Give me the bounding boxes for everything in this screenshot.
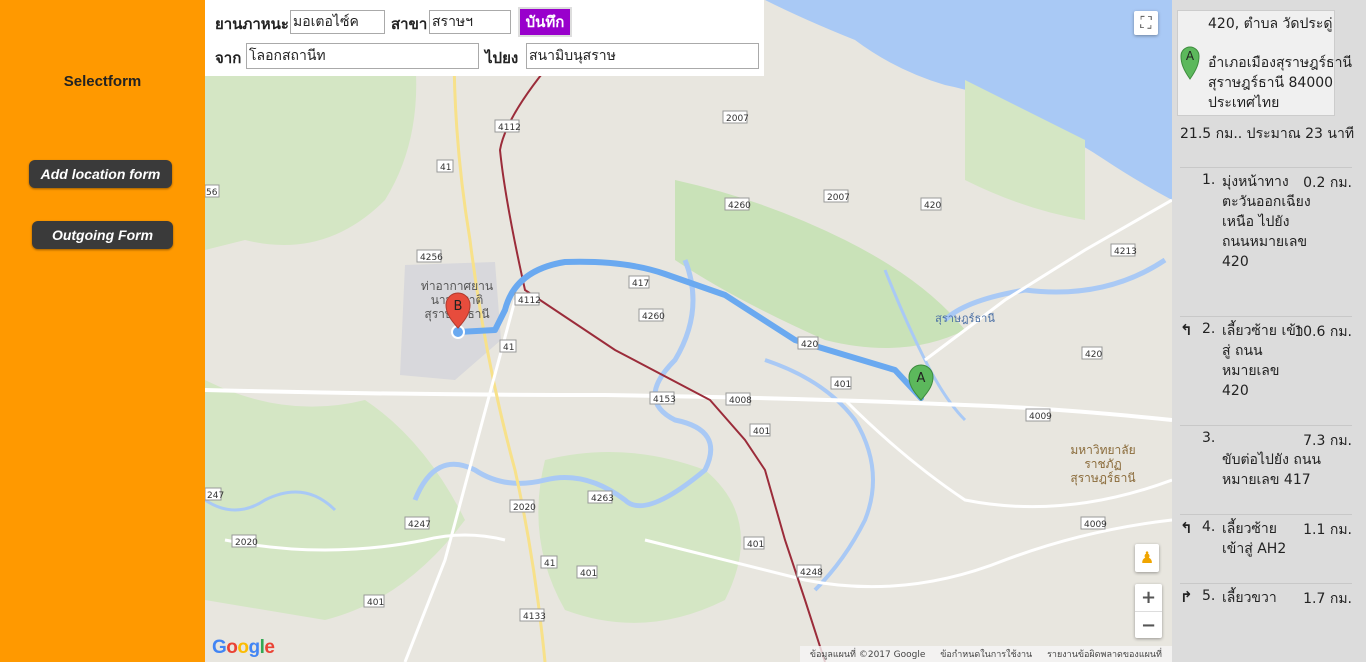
road-label: 4008 (729, 396, 752, 406)
outgoing-form-button[interactable]: Outgoing Form (32, 221, 173, 249)
step-distance: 1.7 กม. (1303, 591, 1352, 607)
road-label: 4260 (642, 312, 665, 322)
turn-left-icon: ↰ (1180, 321, 1193, 339)
turn-right-icon: ↱ (1180, 588, 1193, 606)
road-label: 2020 (513, 503, 536, 513)
direction-step[interactable]: ↱ 5. เลี้ยวขวา 1.7 กม. (1180, 583, 1352, 624)
step-number: 4. (1202, 519, 1216, 535)
step-distance: 1.1 กม. (1303, 522, 1352, 538)
google-logo[interactable]: Google (212, 637, 275, 659)
road-label: 4256 (420, 253, 443, 263)
step-number: 3. (1202, 430, 1216, 446)
road-label: 4260 (728, 201, 751, 211)
route-summary: 21.5 กม.. ประมาณ 23 นาที (1180, 126, 1355, 142)
save-button[interactable]: บันทึก (518, 7, 572, 37)
start-address[interactable]: 420, ตำบล วัดประดู่ A อำเภอเมืองสุราษฎร์… (1177, 10, 1352, 116)
route-form: ยานภาหนะ สาขา บันทึก จาก ไปยง (205, 0, 764, 76)
road-label: 401 (834, 380, 851, 390)
road-label: 4112 (518, 296, 541, 306)
road-label: 420 (1085, 350, 1102, 360)
road-label: 420 (801, 340, 818, 350)
map-attribution: ข้อมูลแผนที่ ©2017 Google ข้อกำหนดในการใ… (799, 646, 1172, 662)
place-label: สุราษฎร์ธานี (935, 312, 995, 325)
fullscreen-icon[interactable]: ⛶ (1134, 11, 1158, 35)
sidebar: Selectform Add location form Outgoing Fo… (0, 0, 205, 662)
road-label: 4153 (653, 395, 676, 405)
vehicle-label: ยานภาหนะ (215, 15, 289, 33)
place-label: ราชภัฏ (1084, 457, 1121, 471)
road-label: 2020 (235, 538, 258, 548)
road-label: 4248 (800, 568, 823, 578)
road-label: 417 (632, 279, 649, 289)
road-label: 401 (747, 540, 764, 550)
from-input[interactable] (246, 43, 479, 69)
road-label: 247 (207, 491, 224, 501)
road-label: 41 (503, 343, 514, 353)
start-address-rest: อำเภอเมืองสุราษฎร์ธานี สุราษฎร์ธานี 8400… (1208, 55, 1352, 111)
road-label: 4112 (498, 123, 521, 133)
step-text: เลี้ยวซ้าย เข้าสู่ AH2 (1222, 521, 1287, 557)
map-canvas[interactable]: 4112 2007 41 4260 2007 420 4213 4256 411… (205, 0, 1172, 662)
road-label: 4009 (1029, 412, 1052, 422)
directions-panel: 420, ตำบล วัดประดู่ A อำเภอเมืองสุราษฎร์… (1172, 0, 1366, 662)
sidebar-title: Selectform (63, 73, 142, 90)
road-label: 4009 (1084, 520, 1107, 530)
step-text: ขับต่อไปยัง ถนนหมายเลข 417 (1222, 452, 1321, 488)
vehicle-input[interactable] (290, 10, 385, 34)
road-label: 401 (367, 598, 384, 608)
zoom-in-button[interactable]: + (1135, 584, 1162, 611)
start-address-line1: 420, ตำบล วัดประดู่ (1208, 16, 1333, 32)
direction-step[interactable]: 3. ขับต่อไปยัง ถนนหมายเลข 417 7.3 กม. (1180, 425, 1352, 514)
marker-a-icon: A (1180, 46, 1200, 80)
direction-step[interactable]: ↰ 4. เลี้ยวซ้าย เข้าสู่ AH2 1.1 กม. (1180, 514, 1352, 583)
direction-step[interactable]: 1. มุ่งหน้าทาง ตะวันออกเฉียงเหนือ ไปยัง … (1180, 167, 1352, 316)
to-label: ไปยง (485, 49, 519, 67)
branch-input[interactable] (429, 10, 511, 34)
step-distance: 7.3 กม. (1303, 433, 1352, 449)
road-label: 401 (753, 427, 770, 437)
terms-link[interactable]: ข้อกำหนดในการใช้งาน (940, 650, 1032, 660)
marker-a[interactable]: A (908, 364, 934, 401)
attribution-data: ข้อมูลแผนที่ ©2017 Google (809, 650, 926, 660)
direction-step[interactable]: ↰ 2. เลี้ยวซ้าย เข้าสู่ ถนนหมายเลข 420 1… (1180, 316, 1352, 425)
step-distance: 10.6 กม. (1294, 324, 1352, 340)
step-distance: 0.2 กม. (1303, 175, 1352, 191)
report-error-link[interactable]: รายงานข้อผิดพลาดของแผนที่ (1047, 650, 1162, 660)
place-label: ท่าอากาศยาน (421, 279, 493, 293)
svg-text:A: A (1186, 49, 1195, 63)
zoom-out-button[interactable]: − (1135, 612, 1162, 639)
road-label: 2007 (827, 193, 850, 203)
road-label: 401 (580, 569, 597, 579)
road-label: 420 (924, 201, 941, 211)
road-label: 4133 (523, 612, 546, 622)
turn-left-icon: ↰ (1180, 519, 1193, 537)
place-label: มหาวิทยาลัย (1070, 443, 1135, 457)
step-number: 2. (1202, 321, 1216, 337)
to-input[interactable] (526, 43, 759, 69)
marker-a-label: A (917, 371, 926, 386)
road-label: 41 (544, 559, 555, 569)
map[interactable]: 4112 2007 41 4260 2007 420 4213 4256 411… (205, 0, 1172, 662)
place-label: สุราษฎร์ธานี (1070, 471, 1135, 486)
step-text: เลี้ยวขวา (1222, 590, 1277, 606)
road-label: 2007 (726, 114, 749, 124)
pegman-icon[interactable]: ♟ (1135, 544, 1159, 572)
add-location-form-button[interactable]: Add location form (29, 160, 172, 188)
road-label: 41 (440, 163, 451, 173)
road-label: 4247 (408, 520, 431, 530)
road-label: 4213 (1114, 247, 1137, 257)
zoom-control: + − (1135, 584, 1162, 638)
step-number: 1. (1202, 172, 1216, 188)
marker-b-label: B (454, 299, 463, 314)
road-label: 4263 (591, 494, 614, 504)
step-number: 5. (1202, 588, 1216, 604)
road-label: 56 (206, 188, 218, 198)
branch-label: สาขา (391, 15, 428, 33)
from-label: จาก (215, 49, 242, 67)
